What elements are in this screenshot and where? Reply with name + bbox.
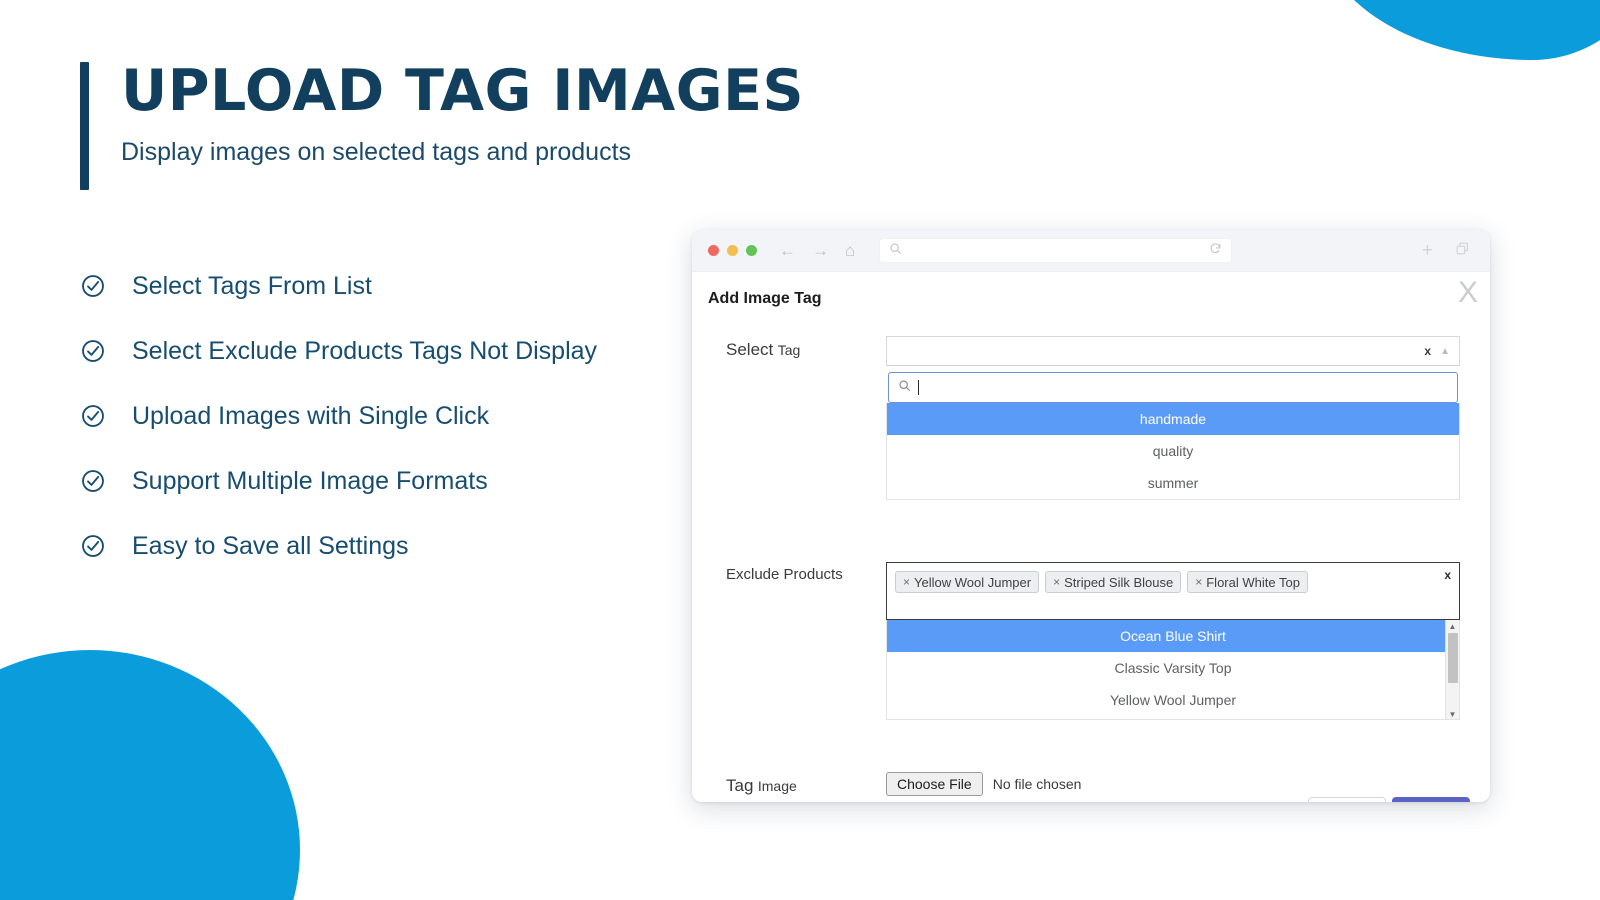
maximize-window-dot[interactable]: [746, 245, 757, 256]
page-title: UPLOAD TAG IMAGES: [121, 58, 805, 124]
list-item: Support Multiple Image Formats: [80, 457, 597, 505]
slide-canvas: UPLOAD TAG IMAGES Display images on sele…: [0, 0, 1600, 900]
product-option-ocean-blue-shirt[interactable]: Ocean Blue Shirt: [887, 620, 1459, 652]
file-status-text: No file chosen: [992, 776, 1082, 792]
tag-image-label-strong: Tag: [726, 776, 754, 795]
tag-search-input[interactable]: [888, 372, 1458, 403]
chip-label: Floral White Top: [1206, 574, 1300, 590]
chip-yellow-wool-jumper[interactable]: × Yellow Wool Jumper: [895, 571, 1040, 593]
list-item-label: Select Exclude Products Tags Not Display: [132, 336, 598, 365]
list-item-label: Select Tags From List: [132, 271, 372, 300]
select-tag-widget: x ▲ handmade quality summer: [886, 336, 1460, 500]
product-option-classic-varsity-top[interactable]: Classic Varsity Top: [887, 652, 1459, 684]
select-tag-label-strong: Select: [726, 340, 774, 359]
chip-label: Striped Silk Blouse: [1064, 574, 1174, 590]
minimize-window-dot[interactable]: [727, 245, 738, 256]
heading-accent-bar: [80, 62, 89, 190]
text-cursor: [918, 380, 919, 395]
list-item: Upload Images with Single Click: [80, 392, 597, 440]
chevron-up-icon[interactable]: ▲: [1440, 346, 1450, 357]
search-icon: [889, 242, 902, 260]
chip-remove-icon[interactable]: ×: [1195, 575, 1202, 589]
tag-option-quality[interactable]: quality: [887, 435, 1459, 467]
hero-heading-block: UPLOAD TAG IMAGES Display images on sele…: [80, 58, 805, 190]
list-item-label: Upload Images with Single Click: [132, 401, 490, 430]
check-circle-icon: [80, 403, 106, 429]
check-circle-icon: [80, 273, 106, 299]
add-image-tag-modal: Add Image Tag X Select Tag x ▲ handmade …: [692, 272, 1490, 802]
list-item-label: Easy to Save all Settings: [132, 531, 409, 560]
chip-remove-icon[interactable]: ×: [903, 575, 910, 589]
list-item: Easy to Save all Settings: [80, 522, 597, 570]
clear-selection-icon[interactable]: x: [1424, 344, 1431, 358]
exclude-products-widget: × Yellow Wool Jumper × Striped Silk Blou…: [886, 562, 1460, 720]
decorative-blob-bottom-left: [0, 650, 300, 900]
home-icon[interactable]: ⌂: [845, 242, 855, 259]
list-item: Select Exclude Products Tags Not Display: [80, 327, 597, 375]
select-tag-row: Select Tag x ▲ handmade quality summer: [726, 336, 1460, 500]
exclude-products-row: Exclude Products × Yellow Wool Jumper × …: [726, 562, 1460, 720]
search-icon: [898, 379, 911, 397]
check-circle-icon: [80, 338, 106, 364]
check-circle-icon: [80, 533, 106, 559]
exclude-products-control[interactable]: × Yellow Wool Jumper × Striped Silk Blou…: [886, 562, 1460, 620]
scroll-down-icon[interactable]: ▼: [1446, 708, 1459, 719]
exclude-products-option-list: Ocean Blue Shirt Classic Varsity Top Yel…: [886, 620, 1460, 720]
modal-footer: Cancel Save: [1308, 797, 1470, 802]
cancel-button[interactable]: Cancel: [1308, 797, 1386, 802]
tag-image-label: Tag Image: [726, 772, 886, 796]
scroll-up-icon[interactable]: ▲: [1446, 620, 1459, 632]
browser-nav-icons: ← → ⌂: [779, 242, 855, 259]
decorative-blob-top-right: [1320, 0, 1600, 60]
chip-remove-icon[interactable]: ×: [1053, 575, 1060, 589]
tag-image-row: Tag Image Choose File No file chosen: [726, 772, 1081, 796]
new-tab-icon[interactable]: +: [1422, 240, 1433, 262]
select-tag-label-light: Tag: [777, 342, 801, 358]
address-bar[interactable]: [879, 238, 1233, 263]
clear-all-icon[interactable]: x: [1444, 568, 1451, 582]
tag-option-summer[interactable]: summer: [887, 467, 1459, 499]
chip-label: Yellow Wool Jumper: [914, 574, 1032, 590]
chip-striped-silk-blouse[interactable]: × Striped Silk Blouse: [1045, 571, 1182, 593]
feature-list: Select Tags From List Select Exclude Pro…: [80, 262, 597, 587]
forward-icon[interactable]: →: [812, 242, 829, 259]
reload-icon[interactable]: [1209, 242, 1222, 260]
select-tag-label: Select Tag: [726, 336, 886, 500]
chip-floral-white-top[interactable]: × Floral White Top: [1187, 571, 1308, 593]
choose-file-button[interactable]: Choose File: [886, 772, 983, 796]
select-tag-control[interactable]: x ▲: [886, 336, 1460, 366]
browser-window: ← → ⌂ + Add Image Tag X Select Tag x ▲ h…: [692, 230, 1490, 802]
browser-toolbar: ← → ⌂ +: [692, 230, 1490, 272]
close-icon[interactable]: X: [1458, 278, 1478, 308]
check-circle-icon: [80, 468, 106, 494]
window-controls[interactable]: [708, 245, 757, 256]
duplicate-windows-icon[interactable]: [1455, 241, 1470, 261]
tag-image-label-light: Image: [757, 778, 797, 794]
list-item-label: Support Multiple Image Formats: [132, 466, 488, 495]
page-subtitle: Display images on selected tags and prod…: [121, 137, 632, 166]
scrollbar-thumb[interactable]: [1448, 633, 1458, 683]
modal-title: Add Image Tag: [708, 290, 822, 307]
close-window-dot[interactable]: [708, 245, 719, 256]
browser-toolbar-right: +: [1422, 240, 1474, 262]
file-picker: Choose File No file chosen: [886, 772, 1081, 796]
list-item: Select Tags From List: [80, 262, 597, 310]
scrollbar[interactable]: ▲ ▼: [1445, 620, 1459, 719]
tag-option-handmade[interactable]: handmade: [887, 403, 1459, 435]
product-option-yellow-wool-jumper[interactable]: Yellow Wool Jumper: [887, 684, 1459, 716]
tag-option-list: handmade quality summer: [886, 403, 1460, 500]
exclude-products-label: Exclude Products: [726, 566, 843, 583]
save-button[interactable]: Save: [1392, 797, 1470, 802]
back-icon[interactable]: ←: [779, 242, 796, 259]
